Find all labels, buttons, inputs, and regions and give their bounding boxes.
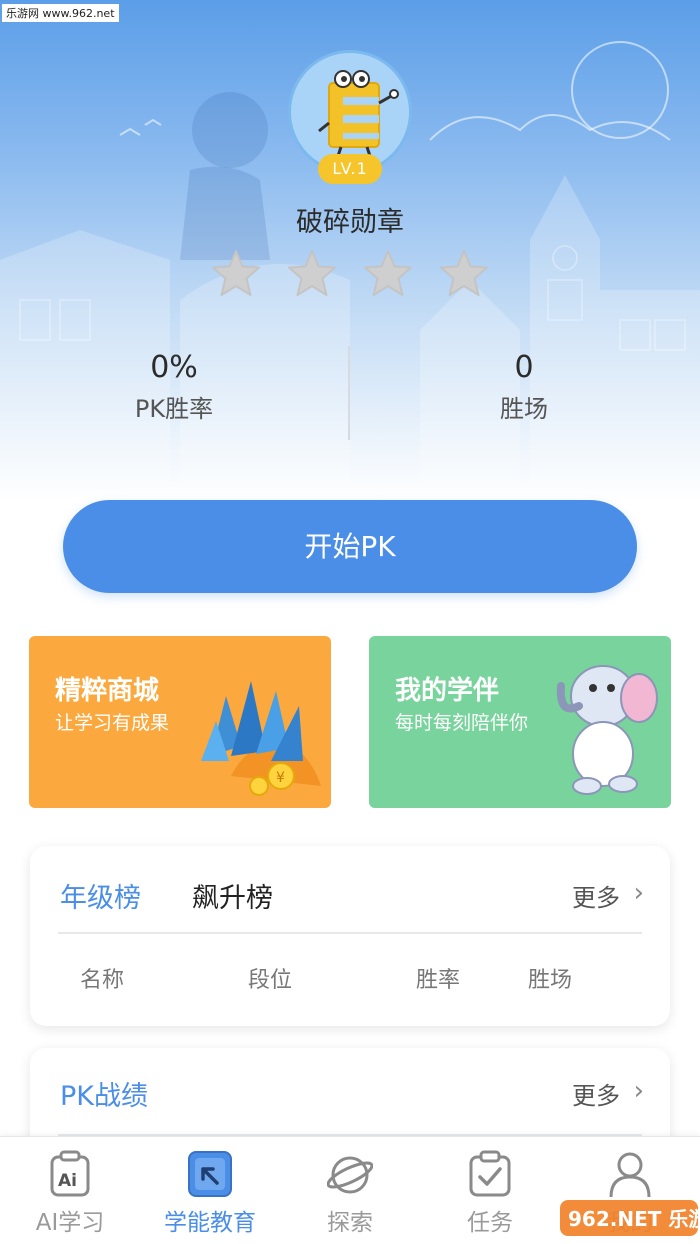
medal-name: 破碎勋章	[296, 207, 404, 238]
ranking-more-link[interactable]: 更多	[572, 878, 620, 913]
win-rate-value: 0%	[150, 350, 198, 385]
partner-card[interactable]: 我的学伴 每时每刻陪伴你	[369, 636, 671, 808]
tab-ai-study[interactable]: Ai AI学习	[0, 1137, 140, 1244]
crystal-coins-icon: ¥	[201, 681, 321, 796]
brand-logo-text: 962.NET 乐游网	[568, 1207, 698, 1231]
partner-card-title: 我的学伴	[395, 676, 500, 706]
wins-stat: 0 胜场	[394, 350, 654, 424]
person-icon	[609, 1152, 651, 1198]
tab-label: 探索	[327, 1210, 373, 1236]
tab-explore[interactable]: 探索	[280, 1137, 420, 1244]
star-rating	[210, 248, 490, 304]
education-icon	[188, 1151, 232, 1197]
star-icon	[364, 250, 412, 296]
star-icon	[288, 250, 336, 296]
chevron-right-icon[interactable]: ›	[634, 1076, 644, 1106]
elephant-mascot-icon	[556, 665, 658, 795]
site-watermark: 乐游网 www.962.net	[2, 4, 119, 22]
planet-icon	[327, 1156, 373, 1194]
shop-card-subtitle: 让学习有成果	[55, 712, 170, 734]
tab-grade-ranking[interactable]: 年级榜	[60, 876, 141, 915]
wins-label: 胜场	[500, 395, 548, 423]
partner-card-subtitle: 每时每刻陪伴你	[395, 712, 529, 734]
tab-education[interactable]: 学能教育	[140, 1137, 280, 1244]
shop-card-title: 精粹商城	[55, 676, 160, 706]
task-clipboard-icon	[469, 1150, 511, 1197]
column-wins: 胜场	[528, 968, 573, 993]
ranking-panel: 年级榜 飙升榜 更多 › 名称 段位 胜率 胜场	[30, 846, 670, 1026]
start-pk-button[interactable]: 开始PK	[63, 500, 637, 593]
svg-text:Ai: Ai	[58, 1171, 77, 1191]
tab-label: AI学习	[35, 1210, 105, 1236]
pk-record-title: PK战绩	[60, 1081, 148, 1112]
win-rate-label: PK胜率	[134, 395, 214, 423]
win-rate-stat: 0% PK胜率	[44, 350, 304, 424]
stat-divider	[348, 346, 350, 440]
column-win-rate: 胜率	[416, 968, 461, 993]
wins-value: 0	[514, 350, 534, 385]
ai-study-icon: Ai	[50, 1150, 90, 1197]
shop-card[interactable]: ¥ 精粹商城 让学习有成果	[29, 636, 331, 808]
tab-rising-ranking[interactable]: 飙升榜	[192, 876, 273, 915]
pk-record-more-link[interactable]: 更多	[572, 1076, 620, 1111]
level-badge: LV.1	[318, 154, 382, 184]
tab-label: 任务	[467, 1210, 513, 1236]
ranking-divider	[58, 932, 642, 934]
chevron-right-icon[interactable]: ›	[634, 878, 644, 908]
brand-logo-962: 962.NET 乐游网	[560, 1200, 698, 1236]
tab-tasks[interactable]: 任务	[420, 1137, 560, 1244]
svg-text:¥: ¥	[276, 770, 285, 786]
star-icon	[440, 250, 488, 296]
star-icon	[212, 250, 260, 296]
column-name: 名称	[80, 968, 125, 993]
tab-label: 学能教育	[164, 1210, 256, 1236]
column-rank: 段位	[248, 968, 293, 993]
